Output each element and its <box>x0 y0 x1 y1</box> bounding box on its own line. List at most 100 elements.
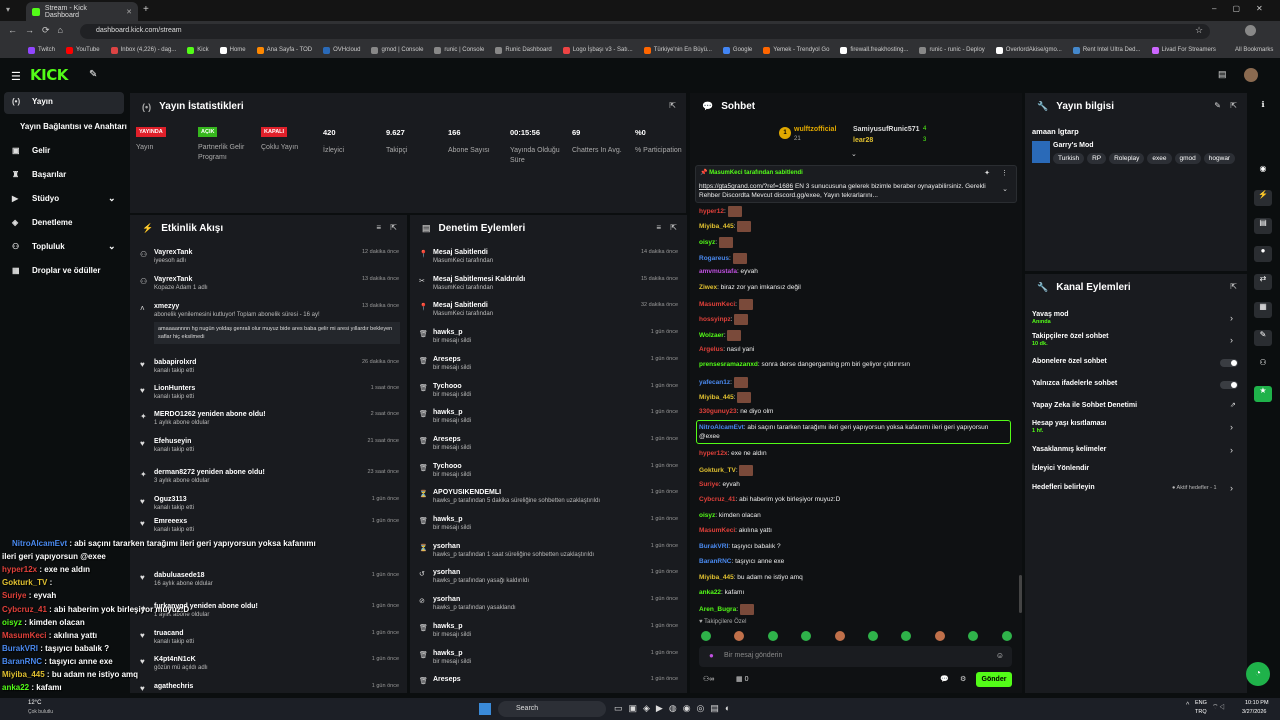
chat-message[interactable]: oisyz: <box>699 237 1019 248</box>
chat-username[interactable]: Miyiba_445 <box>699 574 734 581</box>
filter-icon[interactable]: ≡ <box>656 223 661 232</box>
stream-tag[interactable]: RP <box>1087 153 1107 164</box>
activity-item[interactable]: ♥ Oguz3113 kanalı takip etti 1 gün önce <box>140 496 399 511</box>
popout-icon[interactable]: ⇱ <box>670 223 677 232</box>
kick-logo[interactable]: KICK <box>30 66 68 84</box>
activity-item[interactable]: ✦ furkanygd yeniden abone oldu! 1 aylık ab… <box>140 603 399 618</box>
chat-message[interactable]: 330gunuy23: ne diyo olm <box>699 408 1019 415</box>
bookmark-item[interactable]: Twitch <box>28 46 55 54</box>
layers-icon[interactable]: ▦ <box>1254 302 1272 318</box>
bookmark-item[interactable]: Rent Intel Ultra Ded... <box>1072 46 1141 54</box>
hamburger-menu-icon[interactable]: ☰ <box>11 70 21 83</box>
chat-message[interactable]: MasumKeci: <box>699 299 1019 310</box>
chat-input-box[interactable]: ● Bir mesaj gönderin ☺ <box>699 646 1012 667</box>
wifi-volume-icon[interactable]: ⌔◁ <box>1212 703 1225 712</box>
gifter-3-name[interactable]: lear28 <box>853 137 873 144</box>
activity-item[interactable]: ♥ LionHunters kanalı takip etti 1 saat önce <box>140 385 399 400</box>
help-chat-icon[interactable]: ◔ <box>1246 662 1270 686</box>
mod-action-item[interactable]: 📍 Mesaj Sabitlendi MasumKeci tarafından 14 … <box>419 249 678 264</box>
stream-tag[interactable]: Turkish <box>1053 153 1085 164</box>
chat-username[interactable]: oisyz <box>699 512 715 519</box>
chat-username[interactable]: BaranRNC <box>699 558 732 565</box>
bookmark-item[interactable]: gmod | Console <box>371 46 423 54</box>
emote-icon[interactable] <box>934 631 945 641</box>
chat-message[interactable]: hyper12: <box>699 206 1019 217</box>
dashboard-icon[interactable]: ▤ <box>1218 69 1227 80</box>
activity-item[interactable]: ♥ K4pt4nN1cK gözün mü açıldı adlı 1 gün önc… <box>140 656 399 671</box>
channel-action-item[interactable]: Yasaklanmış kelimeler <box>1032 446 1106 453</box>
pinned-link[interactable]: https://gta5grand.com/?ref=1686 <box>699 183 793 190</box>
bookmark-item[interactable]: firewall.freakhosting... <box>840 46 908 54</box>
chat-username[interactable]: Ziwex <box>699 284 717 291</box>
more-options-icon[interactable]: ⋮ <box>1001 169 1008 177</box>
bookmark-item[interactable]: Inbox (4,226) - dag... <box>110 46 176 54</box>
emoji-icon[interactable]: ☺ <box>996 651 1004 660</box>
activity-item[interactable]: ⚇ VayrexTank Kopaze Adam 1 adlı 13 dakika ö… <box>140 276 399 291</box>
activity-item[interactable]: ˄ xmezyy abonelik yenilemesini kutluyor! T… <box>140 303 400 344</box>
chat-username[interactable]: hyper12 <box>699 208 724 215</box>
sidebar-item-8[interactable]: ▦ Droplar ve ödüller <box>12 266 100 275</box>
bookmark-item[interactable]: Kick <box>187 46 209 54</box>
chevron-right-icon[interactable]: › <box>1230 445 1233 455</box>
sidebar-item-4[interactable]: ♜ Başarılar <box>12 170 66 179</box>
mod-action-item[interactable]: 🗑 Tychooo bir mesajı sildi 1 gün önce <box>419 383 678 398</box>
note-icon[interactable]: ▤ <box>1254 218 1272 234</box>
chat-username[interactable]: Rogareus <box>699 255 729 262</box>
close-tab-icon[interactable]: ✕ <box>126 8 132 16</box>
star-icon[interactable]: ★ <box>1254 386 1272 402</box>
send-button[interactable]: Gönder <box>976 672 1012 687</box>
tray-icon[interactable]: ^ <box>1186 702 1189 709</box>
chat-message[interactable]: Rogareus: <box>699 253 1019 264</box>
mod-action-item[interactable]: 🗑 hawks_p bir mesajı sildi 1 gün önce <box>419 623 678 638</box>
chat-message[interactable]: Wolzaer: <box>699 330 1019 341</box>
gifter-2-name[interactable]: SamiyusufRunic571 <box>853 126 920 133</box>
chat-username[interactable]: anka22 <box>699 589 721 596</box>
chat-message[interactable]: hossyinpz: <box>699 314 1019 325</box>
sidebar-item-2[interactable]: Yayın Bağlantısı ve Anahtarı <box>20 122 127 131</box>
chat-username[interactable]: Wolzaer <box>699 332 724 339</box>
sidebar-item-7[interactable]: ⚇ Topluluk ⌄ <box>12 241 116 251</box>
camera-icon[interactable]: ◉ <box>1254 164 1272 180</box>
browser-tab[interactable]: Stream - Kick Dashboard ✕ <box>26 2 138 21</box>
bookmark-item[interactable]: Home <box>219 46 246 54</box>
chat-message[interactable]: Ziwex: biraz zor yan imkansız değil <box>699 284 1019 291</box>
chevron-down-icon[interactable]: ⌄ <box>108 241 116 252</box>
bookmark-item[interactable]: YouTube <box>66 46 100 54</box>
chat-message[interactable]: BurakVRI: taşıyıcı babalık ? <box>699 543 1019 550</box>
activity-item[interactable]: ♥ dabuluasede18 16 aylık abone oldular 1 gü… <box>140 572 399 587</box>
mod-action-item[interactable]: 🗑 Tychooo bir mesajı sildi 1 gün önce <box>419 463 678 478</box>
url-field[interactable]: dashboard.kick.com/stream <box>80 24 1210 39</box>
bookmark-item[interactable]: Yemek - Trendyol Go <box>763 46 829 54</box>
tool-icon[interactable]: ✎ <box>1254 330 1272 346</box>
sidebar-item-3[interactable]: ▣ Gelir <box>12 146 50 155</box>
chat-username[interactable]: NitroAlcamEvt <box>699 424 744 431</box>
chat-message[interactable]: Miyiba_445: bu adam ne istiyo amq <box>699 574 1019 581</box>
expand-chevron-icon[interactable]: ⌄ <box>851 150 857 158</box>
mod-action-item[interactable]: ⏳ ysorhan hawks_p tarafından 1 saat süreli… <box>419 543 678 558</box>
chat-username[interactable]: Argelus <box>699 346 723 353</box>
all-bookmarks-link[interactable]: All Bookmarks <box>1235 47 1273 53</box>
link-icon[interactable]: ⇄ <box>1254 274 1272 290</box>
chat-username[interactable]: Miyiba_445 <box>699 394 734 401</box>
chat-username[interactable]: 330gunuy23 <box>699 408 737 415</box>
emote-icon[interactable] <box>767 631 778 641</box>
users-icon[interactable]: ⚇ <box>1254 358 1272 374</box>
top-gifter-name[interactable]: wulftzofficial <box>794 126 836 133</box>
activity-item[interactable]: ♥ agathechris 1 gün önce <box>140 683 399 693</box>
mod-action-item[interactable]: 🗑 hawks_p bir mesajı sildi 1 gün önce <box>419 409 678 424</box>
chat-username[interactable]: prensesramazanxd <box>699 361 758 368</box>
chat-message[interactable]: Miyiba_445: <box>699 221 1019 232</box>
sidebar-item-5[interactable]: ▶ Stüdyo ⌄ <box>12 193 116 203</box>
window-controls[interactable]: –▢✕ <box>1212 4 1279 13</box>
chat-username[interactable]: amvmustafa <box>699 268 737 275</box>
chat-message[interactable]: Argelus: nasıl yani <box>699 346 1019 353</box>
stream-tag[interactable]: hogwar <box>1203 153 1236 164</box>
chat-icon[interactable]: ● <box>1254 246 1272 262</box>
channel-action-item[interactable]: Abonelere özel sohbet <box>1032 358 1107 365</box>
activity-item[interactable]: ♥ Efehuseyin kanalı takip etti 21 saat önce <box>140 438 399 453</box>
chat-username[interactable]: hyper12x <box>699 450 728 457</box>
bookmark-item[interactable]: Google <box>722 46 752 54</box>
chevron-right-icon[interactable]: › <box>1230 483 1233 493</box>
chevron-down-icon[interactable]: ⌄ <box>108 193 116 204</box>
mod-action-item[interactable]: 🗑 Areseps bir mesajı sildi 1 gün önce <box>419 356 678 371</box>
